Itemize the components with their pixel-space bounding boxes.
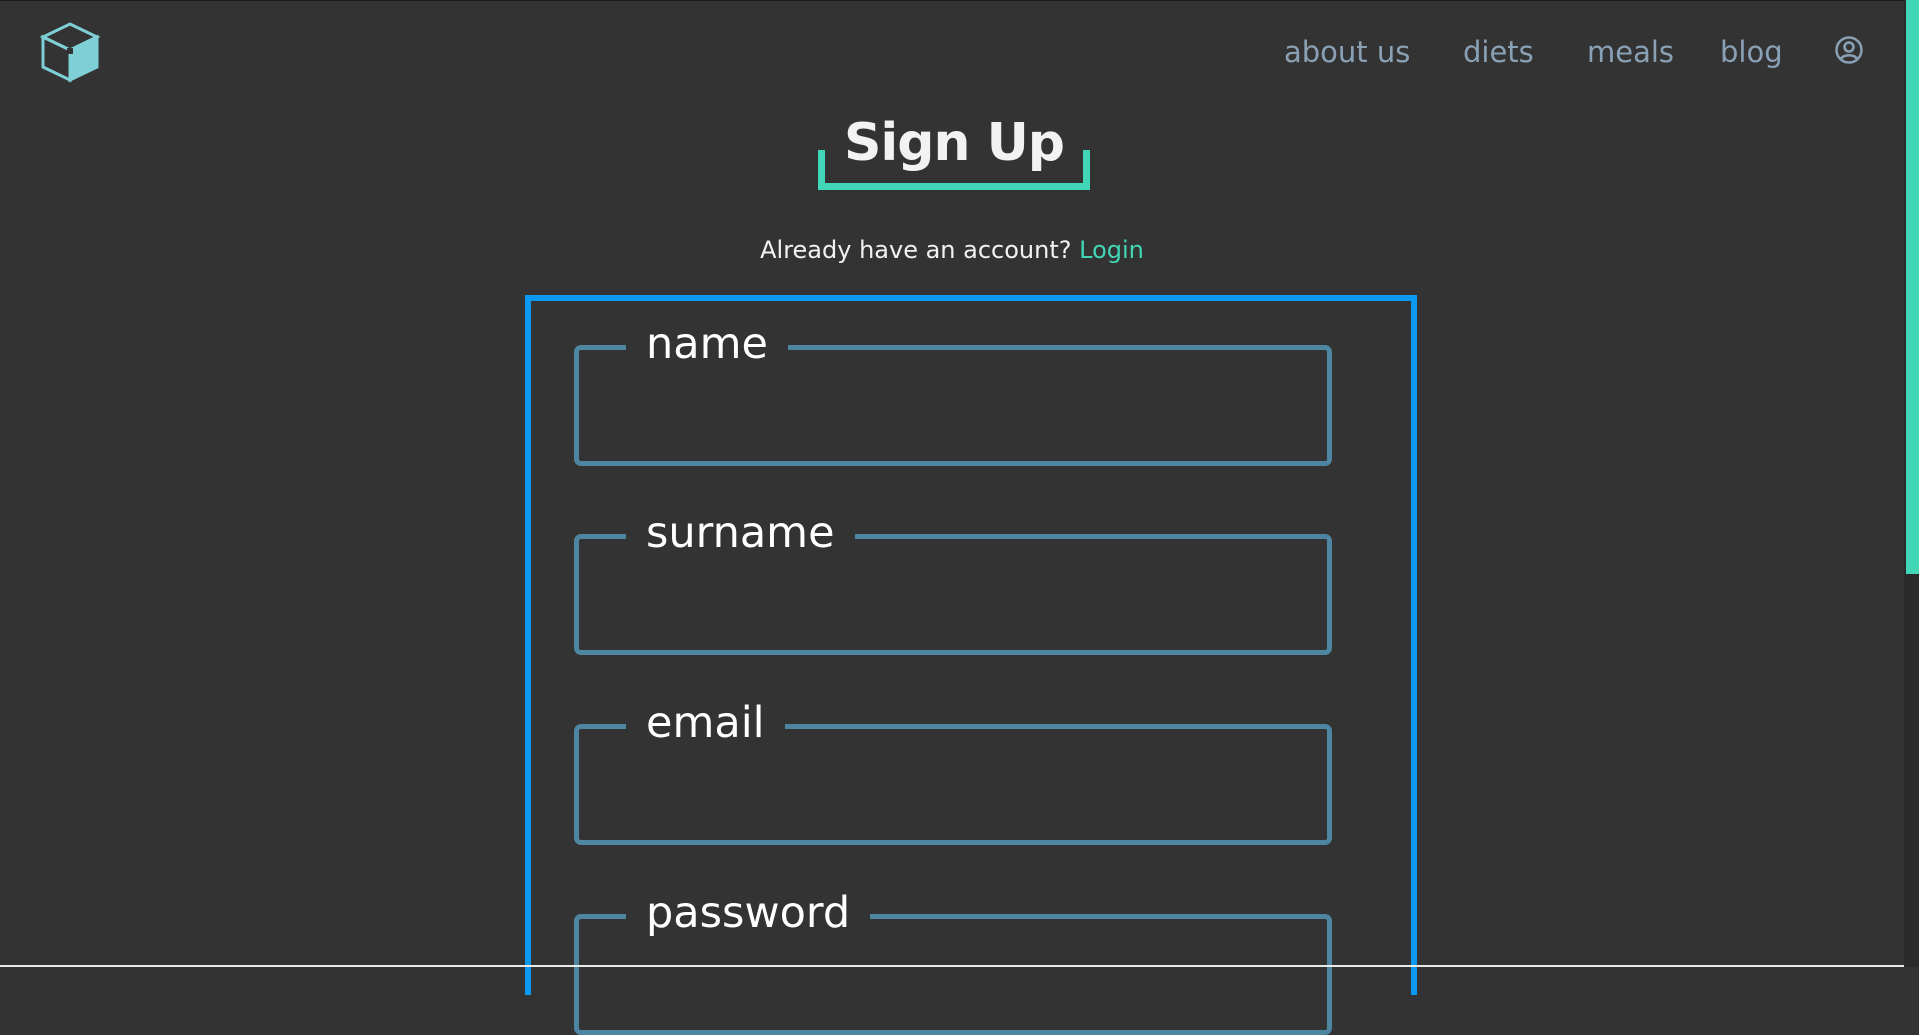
login-link[interactable]: Login [1079, 236, 1144, 264]
page-scrollbar-thumb[interactable] [1906, 0, 1919, 574]
nav-meals[interactable]: meals [1587, 30, 1674, 74]
email-field-group: email [574, 693, 1332, 845]
page-title-block: Sign Up [818, 106, 1090, 191]
surname-input[interactable] [589, 579, 1323, 641]
page-title: Sign Up [843, 113, 1065, 173]
surname-field-group: surname [574, 503, 1332, 655]
page: about us diets meals blog Sign Up Alread… [0, 0, 1919, 1035]
email-input[interactable] [589, 769, 1323, 831]
password-input[interactable] [589, 959, 1323, 1021]
nav-diets[interactable]: diets [1463, 30, 1534, 74]
name-label: name [626, 314, 788, 374]
password-label: password [626, 883, 871, 943]
user-circle-icon[interactable] [1834, 35, 1864, 65]
top-border [0, 0, 1919, 1]
name-field-group: name [574, 314, 1332, 466]
nav-blog[interactable]: blog [1720, 30, 1783, 74]
main-nav: about us diets meals blog [0, 30, 1904, 74]
email-label: email [626, 693, 785, 753]
nav-about-us[interactable]: about us [1284, 30, 1410, 74]
login-prompt-text: Already have an account? [760, 236, 1080, 264]
password-field-group: password [574, 883, 1332, 1035]
login-prompt: Already have an account? Login [0, 232, 1904, 268]
name-input[interactable] [589, 390, 1323, 452]
surname-label: surname [626, 503, 855, 563]
